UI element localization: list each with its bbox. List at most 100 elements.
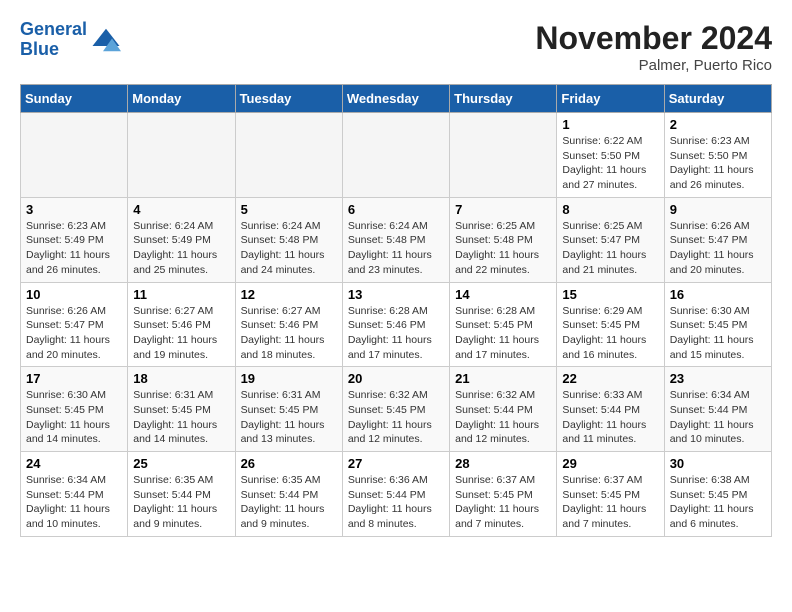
week-row-2: 3 Sunrise: 6:23 AM Sunset: 5:49 PM Daylig…	[21, 197, 772, 282]
day-number: 8	[562, 202, 658, 217]
weekday-header-row: SundayMondayTuesdayWednesdayThursdayFrid…	[21, 85, 772, 113]
day-number: 14	[455, 287, 551, 302]
day-info: Sunrise: 6:31 AM Sunset: 5:45 PM Dayligh…	[133, 388, 229, 447]
calendar-cell: 1 Sunrise: 6:22 AM Sunset: 5:50 PM Daylig…	[557, 113, 664, 198]
calendar-cell: 13 Sunrise: 6:28 AM Sunset: 5:46 PM Dayli…	[342, 282, 449, 367]
weekday-header-tuesday: Tuesday	[235, 85, 342, 113]
day-info: Sunrise: 6:28 AM Sunset: 5:45 PM Dayligh…	[455, 304, 551, 363]
calendar-cell: 24 Sunrise: 6:34 AM Sunset: 5:44 PM Dayli…	[21, 452, 128, 537]
calendar-cell	[342, 113, 449, 198]
day-number: 1	[562, 117, 658, 132]
day-info: Sunrise: 6:36 AM Sunset: 5:44 PM Dayligh…	[348, 473, 444, 532]
calendar-cell: 14 Sunrise: 6:28 AM Sunset: 5:45 PM Dayli…	[450, 282, 557, 367]
calendar-cell: 4 Sunrise: 6:24 AM Sunset: 5:49 PM Daylig…	[128, 197, 235, 282]
weekday-header-wednesday: Wednesday	[342, 85, 449, 113]
calendar-cell: 26 Sunrise: 6:35 AM Sunset: 5:44 PM Dayli…	[235, 452, 342, 537]
weekday-header-sunday: Sunday	[21, 85, 128, 113]
day-number: 20	[348, 371, 444, 386]
weekday-header-saturday: Saturday	[664, 85, 771, 113]
calendar-cell: 23 Sunrise: 6:34 AM Sunset: 5:44 PM Dayli…	[664, 367, 771, 452]
day-info: Sunrise: 6:25 AM Sunset: 5:47 PM Dayligh…	[562, 219, 658, 278]
day-info: Sunrise: 6:29 AM Sunset: 5:45 PM Dayligh…	[562, 304, 658, 363]
day-info: Sunrise: 6:35 AM Sunset: 5:44 PM Dayligh…	[241, 473, 337, 532]
calendar-cell: 22 Sunrise: 6:33 AM Sunset: 5:44 PM Dayli…	[557, 367, 664, 452]
week-row-1: 1 Sunrise: 6:22 AM Sunset: 5:50 PM Daylig…	[21, 113, 772, 198]
day-info: Sunrise: 6:26 AM Sunset: 5:47 PM Dayligh…	[670, 219, 766, 278]
calendar-cell: 15 Sunrise: 6:29 AM Sunset: 5:45 PM Dayli…	[557, 282, 664, 367]
day-info: Sunrise: 6:27 AM Sunset: 5:46 PM Dayligh…	[133, 304, 229, 363]
calendar-cell: 2 Sunrise: 6:23 AM Sunset: 5:50 PM Daylig…	[664, 113, 771, 198]
day-number: 18	[133, 371, 229, 386]
calendar-cell: 12Sunrise: 6:27 AM Sunset: 5:46 PM Dayli…	[235, 282, 342, 367]
day-info: Sunrise: 6:34 AM Sunset: 5:44 PM Dayligh…	[26, 473, 122, 532]
calendar-cell: 25 Sunrise: 6:35 AM Sunset: 5:44 PM Dayli…	[128, 452, 235, 537]
calendar-cell: 28Sunrise: 6:37 AM Sunset: 5:45 PM Dayli…	[450, 452, 557, 537]
day-info: Sunrise: 6:32 AM Sunset: 5:45 PM Dayligh…	[348, 388, 444, 447]
day-info: Sunrise: 6:28 AM Sunset: 5:46 PM Dayligh…	[348, 304, 444, 363]
weekday-header-friday: Friday	[557, 85, 664, 113]
day-number: 30	[670, 456, 766, 471]
day-info: Sunrise: 6:26 AM Sunset: 5:47 PM Dayligh…	[26, 304, 122, 363]
calendar-cell: 18 Sunrise: 6:31 AM Sunset: 5:45 PM Dayli…	[128, 367, 235, 452]
day-info: Sunrise: 6:22 AM Sunset: 5:50 PM Dayligh…	[562, 134, 658, 193]
day-number: 5	[241, 202, 337, 217]
calendar-cell: 27Sunrise: 6:36 AM Sunset: 5:44 PM Dayli…	[342, 452, 449, 537]
day-info: Sunrise: 6:34 AM Sunset: 5:44 PM Dayligh…	[670, 388, 766, 447]
day-number: 29	[562, 456, 658, 471]
day-info: Sunrise: 6:32 AM Sunset: 5:44 PM Dayligh…	[455, 388, 551, 447]
calendar-cell	[128, 113, 235, 198]
week-row-5: 24 Sunrise: 6:34 AM Sunset: 5:44 PM Dayli…	[21, 452, 772, 537]
day-number: 4	[133, 202, 229, 217]
calendar-cell: 7 Sunrise: 6:25 AM Sunset: 5:48 PM Daylig…	[450, 197, 557, 282]
calendar-cell: 3 Sunrise: 6:23 AM Sunset: 5:49 PM Daylig…	[21, 197, 128, 282]
day-info: Sunrise: 6:38 AM Sunset: 5:45 PM Dayligh…	[670, 473, 766, 532]
calendar-cell: 21 Sunrise: 6:32 AM Sunset: 5:44 PM Dayli…	[450, 367, 557, 452]
calendar-cell: 20 Sunrise: 6:32 AM Sunset: 5:45 PM Dayli…	[342, 367, 449, 452]
day-info: Sunrise: 6:24 AM Sunset: 5:48 PM Dayligh…	[348, 219, 444, 278]
day-number: 3	[26, 202, 122, 217]
day-info: Sunrise: 6:35 AM Sunset: 5:44 PM Dayligh…	[133, 473, 229, 532]
week-row-4: 17Sunrise: 6:30 AM Sunset: 5:45 PM Dayli…	[21, 367, 772, 452]
day-number: 25	[133, 456, 229, 471]
calendar-cell: 11 Sunrise: 6:27 AM Sunset: 5:46 PM Dayli…	[128, 282, 235, 367]
day-info: Sunrise: 6:23 AM Sunset: 5:50 PM Dayligh…	[670, 134, 766, 193]
day-info: Sunrise: 6:27 AM Sunset: 5:46 PM Dayligh…	[241, 304, 337, 363]
logo-text: GeneralBlue	[20, 20, 87, 60]
calendar-table: SundayMondayTuesdayWednesdayThursdayFrid…	[20, 84, 772, 537]
day-number: 2	[670, 117, 766, 132]
day-number: 15	[562, 287, 658, 302]
day-number: 10	[26, 287, 122, 302]
day-info: Sunrise: 6:24 AM Sunset: 5:48 PM Dayligh…	[241, 219, 337, 278]
calendar-cell	[235, 113, 342, 198]
day-info: Sunrise: 6:25 AM Sunset: 5:48 PM Dayligh…	[455, 219, 551, 278]
logo: GeneralBlue	[20, 20, 121, 60]
day-info: Sunrise: 6:33 AM Sunset: 5:44 PM Dayligh…	[562, 388, 658, 447]
day-number: 23	[670, 371, 766, 386]
day-info: Sunrise: 6:24 AM Sunset: 5:49 PM Dayligh…	[133, 219, 229, 278]
day-number: 19	[241, 371, 337, 386]
calendar-cell	[21, 113, 128, 198]
day-number: 7	[455, 202, 551, 217]
calendar-cell	[450, 113, 557, 198]
day-number: 26	[241, 456, 337, 471]
calendar-cell: 10 Sunrise: 6:26 AM Sunset: 5:47 PM Dayli…	[21, 282, 128, 367]
day-info: Sunrise: 6:31 AM Sunset: 5:45 PM Dayligh…	[241, 388, 337, 447]
day-number: 28	[455, 456, 551, 471]
day-number: 22	[562, 371, 658, 386]
day-number: 21	[455, 371, 551, 386]
day-number: 11	[133, 287, 229, 302]
calendar-cell: 8 Sunrise: 6:25 AM Sunset: 5:47 PM Daylig…	[557, 197, 664, 282]
day-number: 24	[26, 456, 122, 471]
calendar-cell: 30 Sunrise: 6:38 AM Sunset: 5:45 PM Dayli…	[664, 452, 771, 537]
calendar-cell: 9Sunrise: 6:26 AM Sunset: 5:47 PM Daylig…	[664, 197, 771, 282]
calendar-cell: 17Sunrise: 6:30 AM Sunset: 5:45 PM Dayli…	[21, 367, 128, 452]
day-number: 13	[348, 287, 444, 302]
calendar-cell: 5 Sunrise: 6:24 AM Sunset: 5:48 PM Daylig…	[235, 197, 342, 282]
day-number: 6	[348, 202, 444, 217]
weekday-header-thursday: Thursday	[450, 85, 557, 113]
week-row-3: 10 Sunrise: 6:26 AM Sunset: 5:47 PM Dayli…	[21, 282, 772, 367]
day-info: Sunrise: 6:30 AM Sunset: 5:45 PM Dayligh…	[670, 304, 766, 363]
logo-icon	[91, 25, 121, 55]
day-info: Sunrise: 6:23 AM Sunset: 5:49 PM Dayligh…	[26, 219, 122, 278]
month-title: November 2024	[535, 20, 772, 57]
